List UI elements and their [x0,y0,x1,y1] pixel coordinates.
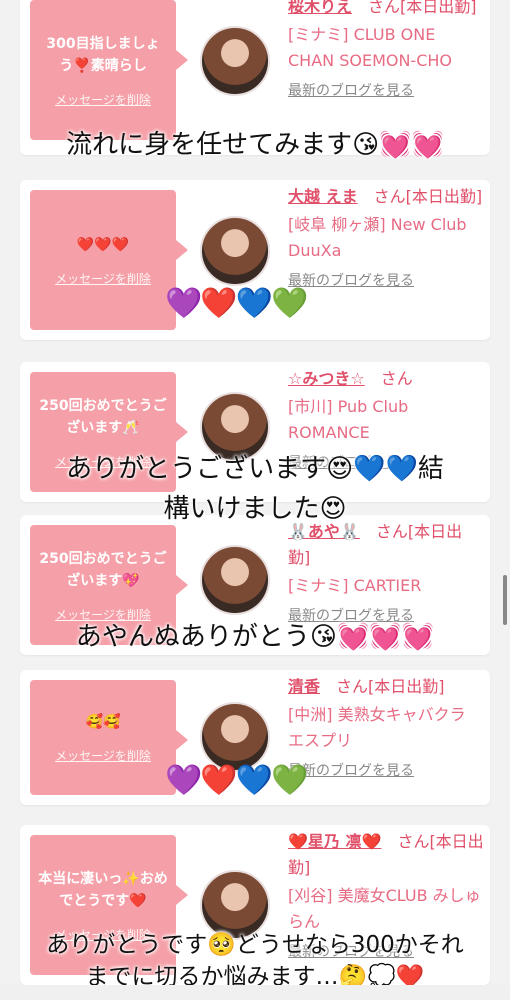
avatar[interactable] [200,216,270,286]
bubble-message: 250回おめでとうございます💖 [39,550,167,589]
cast-name-link[interactable]: ☆みつき☆ [288,369,365,388]
cast-status: さん [380,369,413,388]
cast-info: 🐰あや🐰 さん[本日出勤] [ミナミ] CARTIER 最新のブログを見る [288,519,484,625]
cast-name-link[interactable]: 清香 [288,677,320,696]
bubble-message: 本当に凄いっ✨おめでとうです❤️ [38,870,168,909]
message-bubble: ❤️❤️❤️ メッセージを削除 [30,190,188,330]
cast-status: さん[本日出勤] [336,677,445,696]
store-link[interactable]: [ミナミ] CARTIER [288,573,484,599]
overlay-caption: ありがとうです🥺どうせなら300かそれ [46,932,464,958]
bubble-message: 250回おめでとうございます🥂 [39,397,167,436]
message-bubble: 300目指しましょう❣️素晴らし メッセージを削除 [30,0,188,140]
avatar[interactable] [200,702,270,772]
overlay-caption: ありがとうございます😍💙💙結 [66,454,444,484]
blog-link[interactable]: 最新のブログを見る [288,270,484,290]
scrollbar[interactable] [503,575,507,625]
store-link[interactable]: [市川] Pub Club ROMANCE [288,394,484,446]
delete-message-link[interactable]: メッセージを削除 [55,270,151,287]
message-bubble: 🥰🥰 メッセージを削除 [30,680,188,795]
blog-link[interactable]: 最新のブログを見る [288,80,484,100]
avatar[interactable] [200,26,270,96]
bottom-bar [0,985,510,1000]
blog-link[interactable]: 最新のブログを見る [288,760,484,780]
cast-info: 清香 さん[本日出勤] [中洲] 美熟女キャバクラ エスプリ 最新のブログを見る [288,674,484,780]
heart-emoji-row: 💜❤️💙💚 [165,286,308,321]
overlay-caption: あやんぬありがとう😘💓💓💓 [75,622,435,652]
cast-info: 大越 えま さん[本日出勤] [岐阜 柳ヶ瀬] New Club DuuXa 最… [288,184,484,290]
store-link[interactable]: [ミナミ] CLUB ONE CHAN SOEMON-CHO [288,22,484,74]
overlay-caption: 流れに身を任せてみます😘💓💓 [66,130,444,160]
bubble-message: 300目指しましょう❣️素晴らし [46,35,160,74]
cast-name-link[interactable]: 大越 えま [288,187,358,206]
cast-name-link[interactable]: ❤️星乃 凛❤️ [288,832,381,851]
cast-status: さん[本日出勤] [373,187,483,206]
heart-emoji-row: 💜❤️💙💚 [165,763,308,798]
delete-message-link[interactable]: メッセージを削除 [55,91,151,108]
bubble-message: ❤️❤️❤️ [76,236,130,253]
overlay-caption: 構いけました😍 [163,494,347,524]
store-link[interactable]: [岐阜 柳ヶ瀬] New Club DuuXa [288,212,484,264]
cast-name-link[interactable]: 桜木りえ [288,0,352,16]
bubble-message: 🥰🥰 [85,714,121,730]
cast-status: さん[本日出勤] [368,0,477,16]
store-link[interactable]: [中洲] 美熟女キャバクラ エスプリ [288,702,484,754]
avatar[interactable] [200,545,270,615]
cast-info: 桜木りえ さん[本日出勤] [ミナミ] CLUB ONE CHAN SOEMON… [288,0,484,100]
delete-message-link[interactable]: メッセージを削除 [55,747,151,764]
